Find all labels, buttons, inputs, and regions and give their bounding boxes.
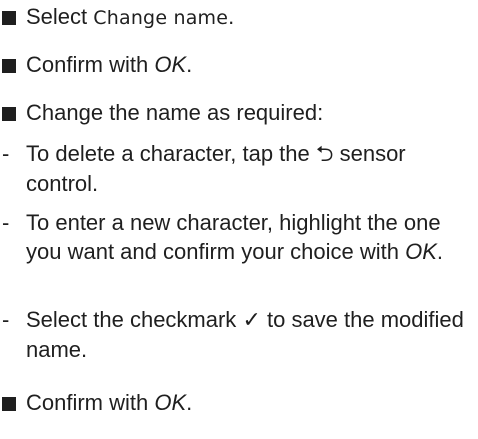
step-text: Confirm with [26, 52, 155, 77]
step-text: Change the name as required: [26, 100, 324, 125]
back-arrow-icon: ⮌ [315, 142, 334, 167]
dash-marker: - [2, 210, 10, 235]
step-punct: . [228, 4, 235, 29]
square-bullet-icon [2, 11, 16, 25]
square-bullet-icon [2, 107, 16, 121]
step-text: Select [26, 4, 94, 29]
ok-label: OK [154, 52, 187, 77]
ok-label: OK [405, 239, 437, 264]
display-label: Change name [93, 7, 229, 29]
dash-marker: - [2, 141, 10, 166]
square-bullet-icon [2, 397, 16, 411]
dash-marker: - [2, 307, 10, 332]
step-text: Confirm with [26, 390, 155, 415]
checkmark-icon: ✓ [242, 308, 261, 333]
step-punct: . [186, 52, 193, 77]
step-text: Select the checkmark [26, 307, 243, 332]
square-bullet-icon [2, 59, 16, 73]
ok-label: OK [154, 390, 187, 415]
instruction-list: Select Change name. Confirm with OK. Cha… [0, 0, 478, 439]
step-punct: . [436, 239, 443, 264]
step-text: To enter a new character, highlight the … [26, 210, 441, 264]
step-punct: . [186, 390, 193, 415]
step-text: To delete a character, tap the [26, 141, 316, 166]
